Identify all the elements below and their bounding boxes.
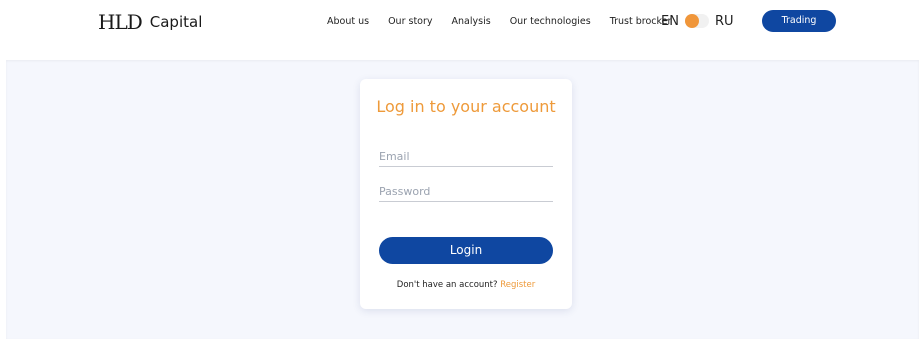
signup-prompt-text: Don't have an account? <box>396 280 498 290</box>
language-ru-label[interactable]: RU <box>715 14 734 29</box>
logo-mark: HLD <box>98 10 143 34</box>
email-field[interactable] <box>379 146 553 167</box>
site-header: HLD Capital About us Our story Analysis … <box>0 0 919 60</box>
password-field[interactable] <box>379 181 553 202</box>
language-en-label[interactable]: EN <box>661 14 679 29</box>
register-link[interactable]: Register <box>500 280 535 290</box>
login-title: Log in to your account <box>376 97 556 116</box>
main-nav: About us Our story Analysis Our technolo… <box>327 14 690 30</box>
language-toggle-knob <box>684 14 699 28</box>
nav-our-technologies[interactable]: Our technologies <box>510 14 591 30</box>
language-toggle[interactable] <box>684 14 709 28</box>
language-switcher: EN RU <box>661 11 734 31</box>
nav-analysis[interactable]: Analysis <box>452 14 491 30</box>
login-card: Log in to your account Login Don't have … <box>360 79 572 309</box>
trading-button[interactable]: Trading <box>762 10 836 32</box>
logo[interactable]: HLD Capital <box>98 8 202 36</box>
nav-our-story[interactable]: Our story <box>388 14 432 30</box>
nav-about-us[interactable]: About us <box>327 14 369 30</box>
logo-text: Capital <box>149 13 203 31</box>
signup-prompt: Don't have an account? Register <box>360 280 572 290</box>
login-button[interactable]: Login <box>379 237 553 264</box>
